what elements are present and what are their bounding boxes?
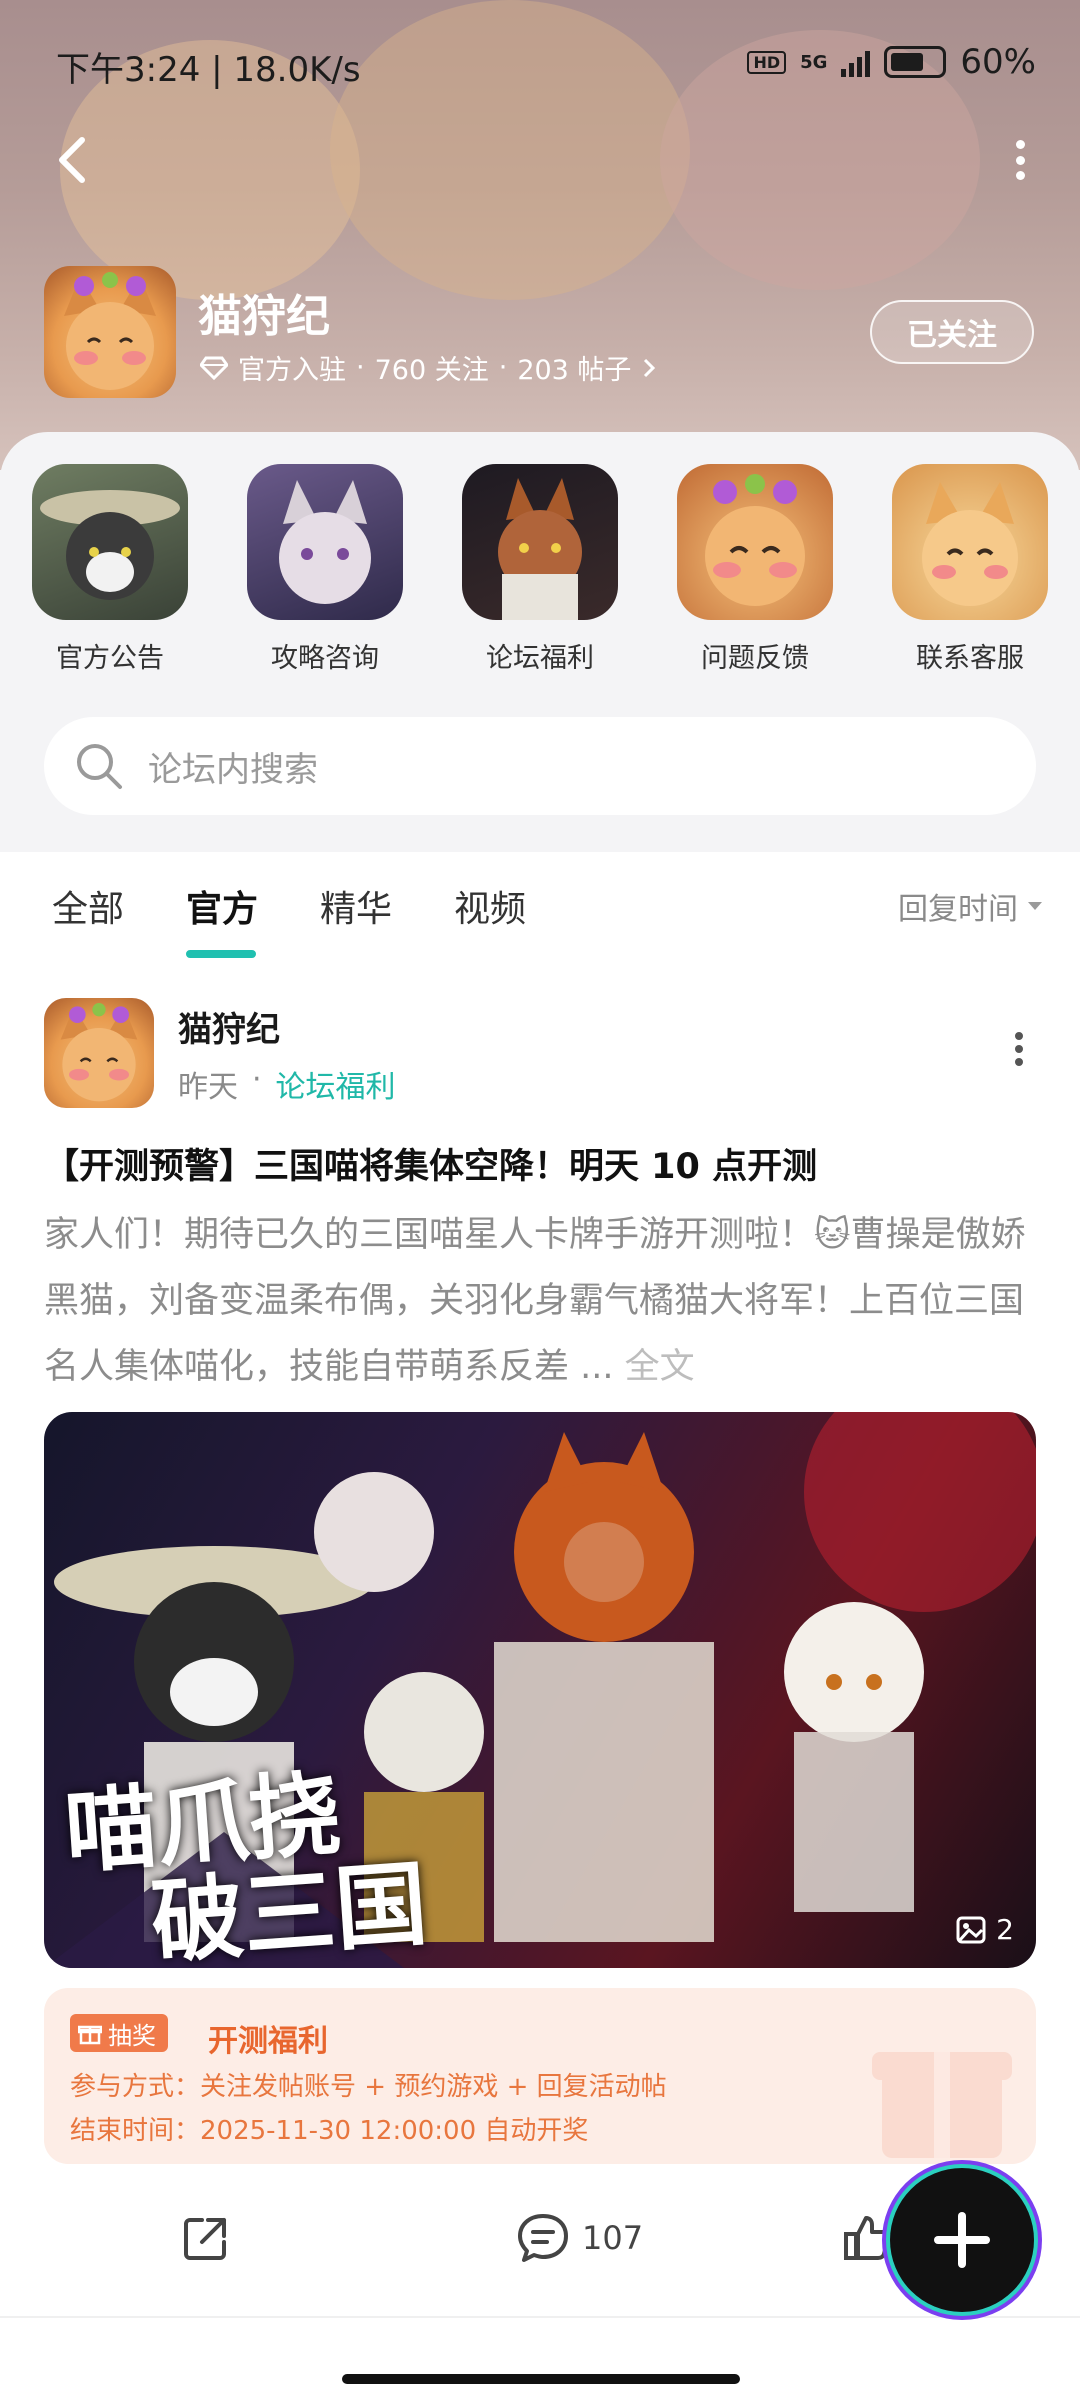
announcements-icon — [32, 464, 188, 620]
hd-indicator: HD — [747, 50, 787, 74]
more-options-button[interactable] — [1010, 140, 1030, 180]
network-type: 5G — [800, 51, 828, 73]
read-more-link[interactable]: 全文 — [625, 1347, 695, 1387]
search-icon — [77, 744, 122, 789]
tab-featured[interactable]: 精华 — [320, 880, 392, 932]
prize-end-time: 结束时间：2025-11-30 12:00:00 自动开奖 — [70, 2116, 589, 2146]
post-author-avatar[interactable] — [44, 998, 154, 1108]
like-button[interactable] — [842, 2212, 894, 2264]
share-button[interactable] — [180, 2212, 232, 2264]
forum-title: 猫狩纪 — [198, 291, 330, 342]
post-feed: 全部 官方 精华 视频 回复时间 猫狩纪 昨天 · 论坛福利 【开测预警】三国喵… — [0, 852, 1080, 2400]
quick-links: 官方公告 攻略咨询 论坛福利 问题反馈 联系客服 — [0, 464, 1080, 675]
tab-all[interactable]: 全部 — [52, 880, 124, 932]
prize-card[interactable]: 抽奖 开测福利 参与方式：关注发帖账号 + 预约游戏 + 回复活动帖 结束时间：… — [44, 1988, 1036, 2164]
lottery-tag: 抽奖 — [70, 2014, 168, 2052]
divider — [0, 2316, 1080, 2318]
home-indicator[interactable] — [342, 2374, 740, 2384]
feedback-icon — [677, 464, 833, 620]
tab-official[interactable]: 官方 — [186, 880, 258, 932]
official-badge: 官方入驻 — [238, 355, 346, 386]
sort-dropdown[interactable]: 回复时间 — [898, 884, 1044, 928]
post-meta: 昨天 · 论坛福利 — [178, 1062, 396, 1106]
support-icon — [892, 464, 1048, 620]
forum-avatar — [44, 266, 176, 398]
post-board-link[interactable]: 论坛福利 — [276, 1062, 396, 1106]
comment-button[interactable]: 107 — [516, 2212, 643, 2264]
signal-icon — [841, 47, 871, 77]
sort-label: 回复时间 — [898, 892, 1018, 927]
diamond-icon — [200, 356, 228, 380]
follow-count: 760 关注 — [374, 355, 489, 386]
plus-icon — [934, 2212, 990, 2268]
create-post-button[interactable] — [890, 2168, 1034, 2312]
quick-link-support[interactable]: 联系客服 — [892, 464, 1048, 675]
chevron-right-icon — [644, 358, 656, 377]
quick-link-welfare[interactable]: 论坛福利 — [462, 464, 618, 675]
post-time: 昨天 — [178, 1070, 238, 1105]
quick-link-feedback[interactable]: 问题反馈 — [677, 464, 833, 675]
comment-count: 107 — [582, 2219, 644, 2257]
post-title[interactable]: 【开测预警】三国喵将集体空降！明天 10 点开测 — [44, 1138, 1044, 1189]
comment-icon — [518, 2214, 568, 2262]
back-button[interactable] — [50, 130, 94, 190]
follow-button[interactable]: 已关注 — [870, 300, 1034, 364]
search-placeholder: 论坛内搜索 — [148, 749, 318, 790]
guides-icon — [247, 464, 403, 620]
quick-link-guides[interactable]: 攻略咨询 — [247, 464, 403, 675]
post-count: 203 帖子 — [517, 355, 632, 386]
feed-tabs: 全部 官方 精华 视频 回复时间 — [0, 880, 1080, 960]
thumbs-up-icon — [844, 2216, 891, 2260]
artwork-title: 喵爪挠 破三国 — [61, 1759, 431, 1968]
active-tab-indicator — [186, 950, 256, 958]
prize-title: 开测福利 — [208, 2024, 328, 2059]
image-icon — [956, 1916, 986, 1943]
tab-video[interactable]: 视频 — [454, 880, 526, 932]
image-count: 2 — [956, 1913, 1014, 1946]
battery-icon — [884, 46, 947, 78]
forum-meta[interactable]: 官方入驻 · 760 关注 · 203 帖子 — [200, 348, 657, 387]
forum-header: 下午3:24 | 18.0K/s HD 5G 60% 猫狩纪 官方入驻 · 76… — [0, 0, 1080, 470]
post-image[interactable]: 喵爪挠 破三国 2 — [44, 1412, 1036, 1968]
battery-level: 60% — [960, 42, 1036, 82]
gift-icon — [78, 2025, 102, 2045]
post-more-button[interactable] — [1014, 1032, 1024, 1066]
prize-join-method: 参与方式：关注发帖账号 + 预约游戏 + 回复活动帖 — [70, 2072, 667, 2102]
quick-link-announcements[interactable]: 官方公告 — [32, 464, 188, 675]
gift-watermark-icon — [872, 2052, 1012, 2158]
forum-search-bar[interactable]: 论坛内搜索 — [44, 717, 1036, 815]
forum-panel: 官方公告 攻略咨询 论坛福利 问题反馈 联系客服 论坛内搜索 — [0, 432, 1080, 852]
caret-down-icon — [1028, 902, 1042, 910]
welfare-icon — [462, 464, 618, 620]
share-icon — [184, 2218, 226, 2260]
post-author-name[interactable]: 猫狩纪 — [178, 1002, 280, 1051]
chevron-left-icon — [59, 137, 85, 183]
status-time: 下午3:24 | 18.0K/s — [56, 50, 361, 90]
post-excerpt[interactable]: 家人们！期待已久的三国喵星人卡牌手游开测啦！🐱曹操是傲娇黑猫，刘备变温柔布偶，关… — [44, 1202, 1034, 1400]
status-bar: 下午3:24 | 18.0K/s HD 5G 60% — [0, 38, 1080, 90]
